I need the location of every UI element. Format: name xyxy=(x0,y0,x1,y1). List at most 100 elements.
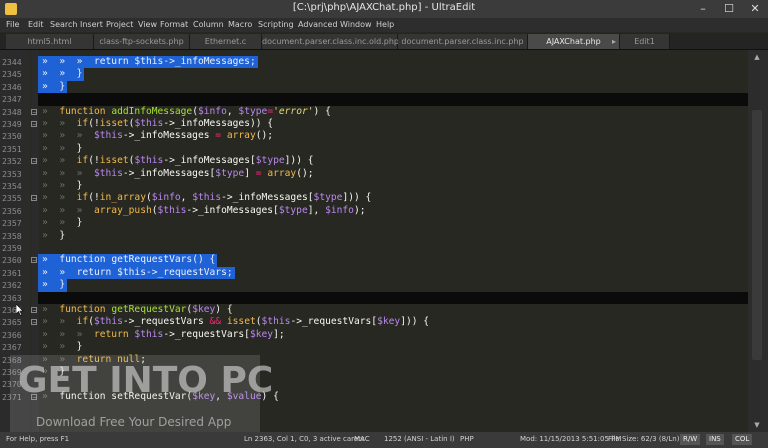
menu-format[interactable]: Format xyxy=(160,20,188,29)
status-line-ending[interactable]: MAC xyxy=(354,435,370,443)
menu-scripting[interactable]: Scripting xyxy=(258,20,294,29)
code-token: $type xyxy=(255,155,285,167)
code-line[interactable]: 2356 » » » array_push($this->_infoMessage… xyxy=(0,205,746,217)
whitespace-marker-icon: » xyxy=(42,180,60,191)
status-encoding[interactable]: 1252 (ANSI - Latin I) xyxy=(384,435,455,443)
code-line[interactable]: 2348 −» function addInfoMessage($info, $t… xyxy=(0,106,746,118)
close-button[interactable]: ✕ xyxy=(742,0,768,18)
code-line[interactable]: 2351 » » } xyxy=(0,143,746,155)
menu-view[interactable]: View xyxy=(138,20,157,29)
whitespace-marker-icon: » xyxy=(59,204,77,216)
menu-file[interactable]: File xyxy=(6,20,19,29)
menu-insert[interactable]: Insert xyxy=(80,20,103,29)
code-line[interactable]: 2357 » » } xyxy=(0,217,746,229)
whitespace-marker-icon: » xyxy=(59,167,77,179)
code-token: $this xyxy=(93,130,123,142)
watermark-title: GET INTO PC xyxy=(18,360,274,401)
code-line[interactable]: 2364 −» function getRequestVar($key) { xyxy=(0,304,746,316)
status-ins[interactable]: INS xyxy=(706,434,724,445)
whitespace-marker-icon: » xyxy=(42,328,60,340)
code-token: } xyxy=(59,80,66,92)
code-token: ) { xyxy=(215,304,233,315)
code-token: ->_infoMessages)) { xyxy=(163,118,274,129)
code-line[interactable]: 2362 » } xyxy=(0,279,746,292)
fold-toggle-icon[interactable]: − xyxy=(31,307,37,314)
code-line[interactable]: 2347 xyxy=(0,93,748,106)
code-token: return xyxy=(93,56,135,67)
code-token: ->_infoMessages[ xyxy=(122,167,216,179)
line-number: 2352 xyxy=(2,156,22,167)
tab-edit1[interactable]: Edit1 xyxy=(620,34,670,49)
code-line[interactable]: 2355 −» » if(!in_array($info, $this->_inf… xyxy=(0,192,746,204)
tab-html5[interactable]: html5.html xyxy=(6,34,94,49)
tab-ajaxchat[interactable]: AJAXChat.php ▸ xyxy=(528,34,620,49)
code-line[interactable]: 2353 » » » $this->_infoMessages[$type] = … xyxy=(0,168,746,180)
code-line[interactable]: 2345 » » } xyxy=(0,68,746,81)
code-line[interactable]: 2361 » » return $this->_requestVars; xyxy=(0,266,746,280)
fold-toggle-icon[interactable]: − xyxy=(31,319,37,326)
fold-toggle-icon[interactable]: − xyxy=(31,121,37,128)
menu-help[interactable]: Help xyxy=(376,20,394,29)
status-language[interactable]: PHP xyxy=(460,435,474,443)
code-line[interactable]: 2349 −» » if(!isset($this->_infoMessages)… xyxy=(0,118,746,130)
scrollbar-thumb[interactable] xyxy=(752,110,762,360)
tab-class-ftp-sockets[interactable]: class-ftp-sockets.php xyxy=(94,34,190,49)
fold-toggle-icon[interactable]: − xyxy=(31,195,37,202)
code-line[interactable]: 2367 » » } xyxy=(0,341,746,353)
menu-column[interactable]: Column xyxy=(193,20,224,29)
code-token: (! xyxy=(88,155,100,167)
status-position: Ln 2363, Col 1, C0, 3 active carets xyxy=(244,435,365,443)
code-token: ->_requestVars; xyxy=(145,266,233,278)
maximize-button[interactable]: ☐ xyxy=(716,0,742,18)
status-rw[interactable]: R/W xyxy=(680,434,701,445)
fold-toggle-icon[interactable]: − xyxy=(31,108,37,115)
menu-advanced[interactable]: Advanced xyxy=(298,20,338,29)
menu-search[interactable]: Search xyxy=(50,20,77,29)
code-token: $this xyxy=(134,328,164,340)
menu-project[interactable]: Project xyxy=(106,20,133,29)
code-token: isset xyxy=(226,316,256,328)
status-modified: Mod: 11/15/2013 5:51:05 PM xyxy=(520,435,622,443)
menu-window[interactable]: Window xyxy=(340,20,372,29)
code-line[interactable]: 2359 xyxy=(0,242,746,254)
whitespace-marker-icon: » xyxy=(76,204,94,216)
code-line[interactable]: 2360 −» function getRequestVars() { xyxy=(0,254,746,267)
minimize-button[interactable]: – xyxy=(690,0,716,18)
tab-document-parser[interactable]: document.parser.class.inc.php xyxy=(398,34,528,49)
code-line[interactable]: 2350 » » » $this->_infoMessages = array()… xyxy=(0,130,746,142)
code-text: » » » $this->_infoMessages = array(); xyxy=(42,130,273,142)
code-token: getRequestVar xyxy=(111,304,187,315)
code-line[interactable]: 2344 » » » return $this->_infoMessages; xyxy=(0,56,746,69)
code-line[interactable]: 2366 » » » return $this->_requestVars[$ke… xyxy=(0,329,746,341)
line-number: 2344 xyxy=(2,57,22,67)
scroll-up-icon[interactable]: ▲ xyxy=(750,52,764,62)
code-token: $key xyxy=(192,304,216,315)
code-line[interactable]: 2352 −» » if(!isset($this->_infoMessages[… xyxy=(0,155,746,167)
code-token: function xyxy=(59,105,112,117)
menu-edit[interactable]: Edit xyxy=(28,20,44,29)
code-line[interactable]: 2363 xyxy=(0,291,748,304)
fold-toggle-icon[interactable]: − xyxy=(31,158,37,165)
code-line[interactable]: 2358 » } xyxy=(0,230,746,242)
code-text: » » » $this->_infoMessages[$type] = arra… xyxy=(42,168,314,180)
code-line[interactable]: 2365 −» » if($this->_requestVars && isset… xyxy=(0,316,746,328)
menu-macro[interactable]: Macro xyxy=(228,20,252,29)
tab-ethernet[interactable]: Ethernet.c xyxy=(190,34,262,49)
code-line[interactable]: 2346 » } xyxy=(0,80,746,94)
code-token: 'error' xyxy=(273,105,314,117)
code-text: » } xyxy=(42,230,65,242)
tab-close-icon[interactable]: ▸ xyxy=(612,34,616,49)
status-col[interactable]: COL xyxy=(732,434,753,445)
code-text: » » return $this->_requestVars; xyxy=(42,267,233,279)
code-text: » » » array_push($this->_infoMessages[$t… xyxy=(42,205,366,217)
fold-toggle-icon[interactable]: − xyxy=(31,257,37,264)
scroll-down-icon[interactable]: ▼ xyxy=(750,420,764,430)
line-number: 2351 xyxy=(2,143,22,154)
code-line[interactable]: 2354 » » } xyxy=(0,180,746,192)
code-token: () { xyxy=(192,254,216,266)
tab-document-parser-old[interactable]: document.parser.class.inc.old.php xyxy=(262,34,399,49)
whitespace-marker-icon: » xyxy=(76,328,94,340)
code-token: return xyxy=(93,328,135,340)
line-number: 2362 xyxy=(2,280,22,291)
whitespace-marker-icon: » xyxy=(42,229,60,241)
